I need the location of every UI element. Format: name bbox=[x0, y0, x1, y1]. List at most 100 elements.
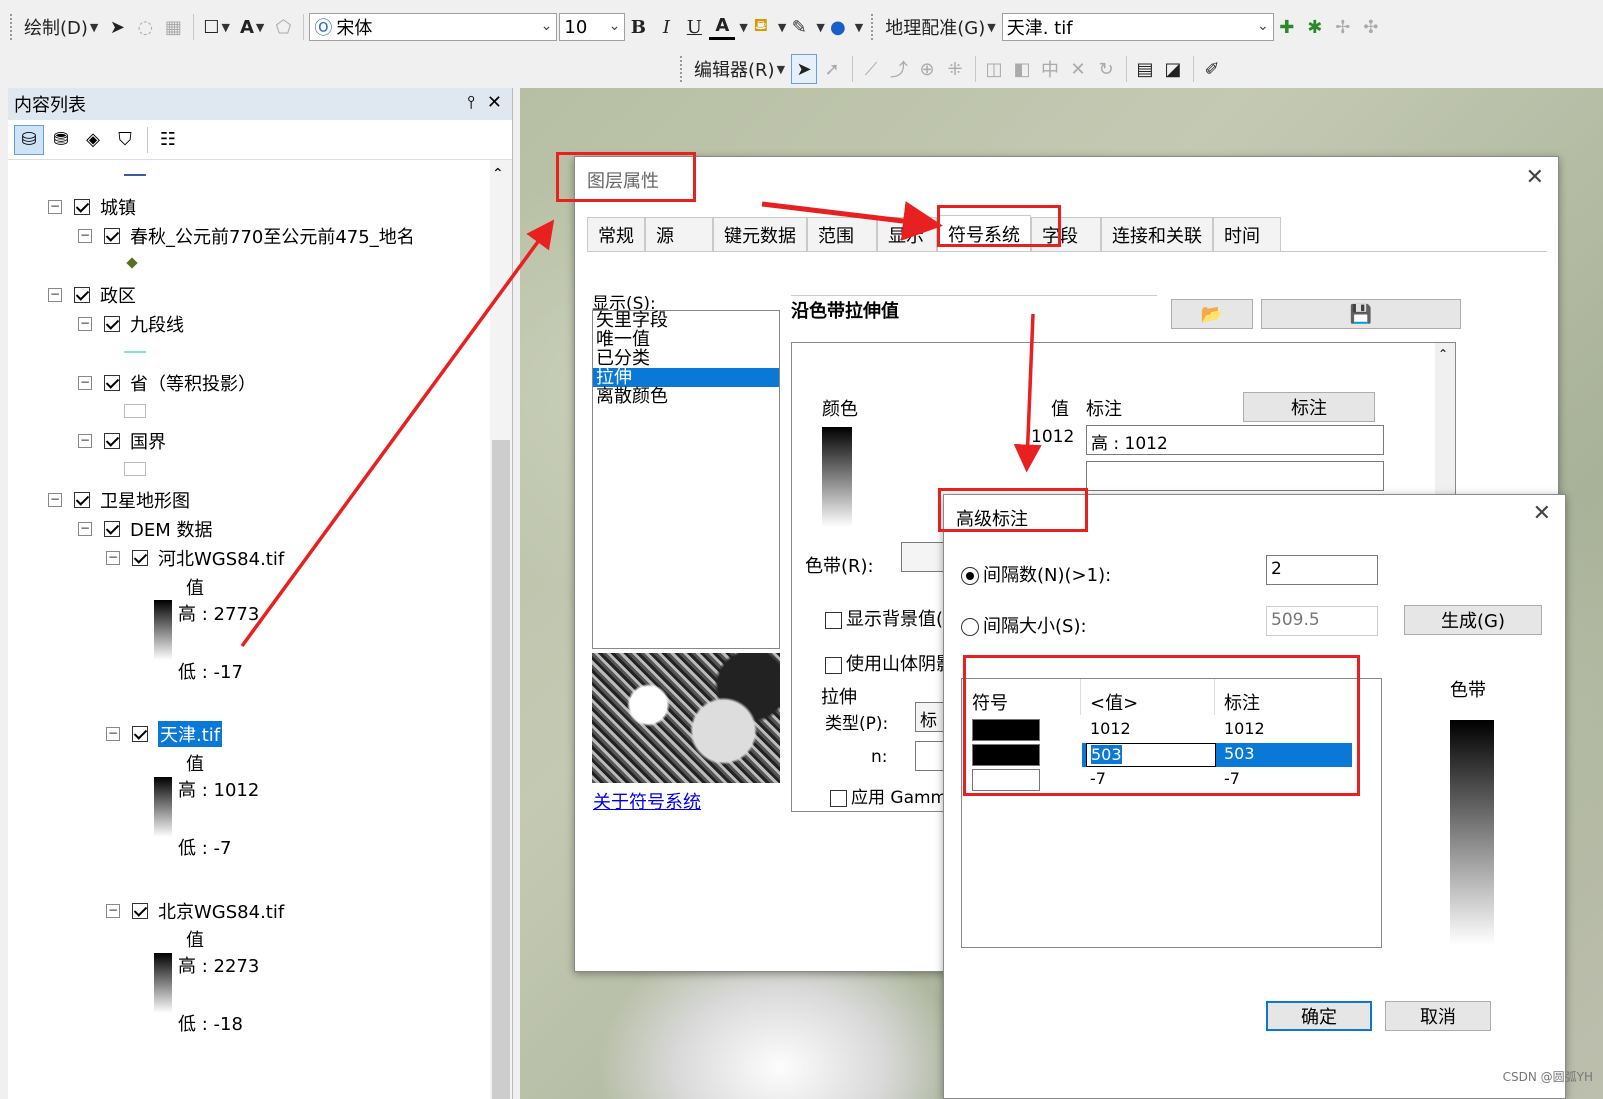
font-color-button[interactable]: A bbox=[709, 14, 736, 40]
layer-checkbox[interactable] bbox=[104, 433, 120, 449]
reshape-icon[interactable]: ◧ bbox=[1009, 54, 1035, 84]
sketch-properties-icon[interactable]: ◪ bbox=[1160, 54, 1186, 84]
scroll-thumb[interactable] bbox=[492, 440, 510, 1099]
label-button[interactable]: 标注 bbox=[1243, 392, 1375, 422]
list-by-visibility-icon[interactable]: ◈ bbox=[78, 125, 108, 155]
collapse-icon[interactable]: − bbox=[48, 493, 62, 507]
select-elements-icon[interactable]: ➤ bbox=[104, 12, 130, 42]
zoom-whole-page-icon[interactable]: ▦ bbox=[160, 12, 186, 42]
font-name-select[interactable]: Ⓞ 宋体 ⌄ bbox=[309, 13, 558, 41]
interval-size-radio[interactable]: 间隔大小(S): bbox=[961, 612, 1087, 638]
checkbox[interactable] bbox=[825, 611, 842, 629]
add-control-points-icon[interactable]: ✚ bbox=[1274, 12, 1300, 42]
georef-menu[interactable]: 地理配准(G) ▼ bbox=[881, 12, 999, 42]
scroll-up-icon[interactable]: ⌃ bbox=[1438, 347, 1448, 361]
layer-checkbox[interactable] bbox=[132, 903, 148, 919]
close-icon[interactable]: ✕ bbox=[487, 92, 502, 113]
straight-segment-icon[interactable]: ⟋ bbox=[858, 54, 884, 84]
layer-checkbox[interactable] bbox=[132, 726, 148, 742]
collapse-icon[interactable]: − bbox=[106, 551, 120, 565]
checkbox[interactable] bbox=[830, 789, 847, 807]
attributes-icon[interactable]: ▤ bbox=[1132, 54, 1158, 84]
line-color-icon[interactable]: ✎ bbox=[786, 12, 812, 42]
edit-annotation-icon[interactable]: ➚ bbox=[819, 54, 845, 84]
layer-checkbox[interactable] bbox=[74, 199, 90, 215]
layer-checkbox[interactable] bbox=[104, 316, 120, 332]
tab-extent[interactable]: 范围 bbox=[807, 217, 877, 251]
marker-color-icon[interactable]: ● bbox=[825, 12, 851, 42]
low-label-field[interactable] bbox=[1086, 461, 1384, 491]
edit-vertices-icon[interactable]: ◫ bbox=[981, 54, 1007, 84]
font-size-select[interactable]: 10 ⌄ bbox=[559, 13, 626, 41]
collapse-icon[interactable]: − bbox=[106, 904, 120, 918]
radio-button[interactable] bbox=[961, 618, 979, 636]
rectangle-icon[interactable]: ☐ ▼ bbox=[199, 12, 234, 42]
layer-checkbox[interactable] bbox=[104, 375, 120, 391]
save-button[interactable]: 💾 bbox=[1261, 299, 1461, 329]
dropdown-arrow-icon[interactable]: ▼ bbox=[816, 21, 824, 34]
cut-polygons-icon[interactable]: 中 bbox=[1037, 54, 1063, 84]
layer-checkbox[interactable] bbox=[74, 492, 90, 508]
toc-layer-dem-group[interactable]: − DEM 数据 bbox=[78, 516, 213, 542]
dropdown-arrow-icon[interactable]: ▼ bbox=[739, 21, 747, 34]
use-hillshade-checkbox[interactable]: 使用山体阴影 bbox=[825, 650, 954, 676]
georef-layer-select[interactable]: 天津. tif ⌄ bbox=[1001, 13, 1274, 41]
list-item-selected[interactable]: 拉伸 bbox=[593, 368, 779, 387]
bold-button[interactable]: B bbox=[625, 12, 651, 42]
apply-gamma-checkbox[interactable]: 应用 Gamma bbox=[830, 783, 958, 808]
toc-layer-spring-autumn[interactable]: − 春秋_公元前770至公元前475_地名 bbox=[78, 223, 415, 249]
scroll-up-icon[interactable]: ⌃ bbox=[492, 166, 504, 182]
layer-checkbox[interactable] bbox=[74, 287, 90, 303]
list-by-source-icon[interactable]: ⛃ bbox=[46, 125, 76, 155]
high-label-field[interactable]: 高 : 1012 bbox=[1086, 425, 1384, 455]
renderer-list[interactable]: 矢里字段 唯一值 已分类 拉伸 离散颜色 bbox=[592, 310, 780, 649]
radio-button[interactable] bbox=[961, 567, 979, 585]
show-background-checkbox[interactable]: 显示背景值( bbox=[825, 605, 943, 631]
tab-general[interactable]: 常规 bbox=[587, 217, 645, 251]
toc-layer-tianjin[interactable]: − 天津.tif bbox=[106, 721, 223, 747]
layer-checkbox[interactable] bbox=[132, 550, 148, 566]
editor-menu[interactable]: 编辑器(R) ▼ bbox=[690, 54, 789, 84]
pin-icon[interactable]: ⫯ bbox=[467, 92, 475, 113]
dropdown-arrow-icon[interactable]: ▼ bbox=[855, 21, 863, 34]
close-icon[interactable]: ✕ bbox=[1533, 501, 1551, 526]
toc-scrollbar[interactable]: ⌃ bbox=[490, 160, 512, 1099]
fill-color-icon[interactable]: ⛾ bbox=[748, 12, 774, 42]
toc-layer-nine-dash[interactable]: − 九段线 bbox=[78, 311, 184, 337]
layer-checkbox[interactable] bbox=[104, 228, 120, 244]
interval-count-field[interactable]: 2 bbox=[1266, 555, 1378, 585]
list-item[interactable]: 矢里字段 bbox=[593, 311, 779, 330]
layer-checkbox[interactable] bbox=[104, 521, 120, 537]
toc-layer-admin-group[interactable]: − 政区 bbox=[48, 282, 136, 308]
toolbar-grip[interactable] bbox=[680, 56, 684, 82]
toolbar-grip[interactable] bbox=[10, 14, 14, 40]
collapse-icon[interactable]: − bbox=[48, 200, 62, 214]
create-features-icon[interactable]: ✐ bbox=[1199, 54, 1225, 84]
toc-layer-town-group[interactable]: − 城镇 bbox=[48, 194, 136, 220]
ok-button[interactable]: 确定 bbox=[1266, 1001, 1372, 1031]
list-item[interactable]: 唯一值 bbox=[593, 330, 779, 349]
collapse-icon[interactable]: − bbox=[48, 288, 62, 302]
select-link-icon[interactable]: ✢ bbox=[1330, 12, 1356, 42]
trace-icon[interactable]: ⤴ bbox=[886, 54, 912, 84]
toc-layer-province[interactable]: − 省（等积投影） bbox=[78, 370, 256, 396]
zoom-to-link-icon[interactable]: ✣ bbox=[1358, 12, 1384, 42]
toolbar-grip[interactable] bbox=[871, 14, 875, 40]
toc-layer-hebei[interactable]: − 河北WGS84.tif bbox=[106, 545, 284, 571]
rotate-tool-icon[interactable]: ↻ bbox=[1093, 54, 1119, 84]
options-icon[interactable]: ☷ bbox=[153, 125, 183, 155]
split-tool-icon[interactable]: ✕ bbox=[1065, 54, 1091, 84]
generate-button[interactable]: 生成(G) bbox=[1404, 605, 1542, 635]
cancel-button[interactable]: 取消 bbox=[1385, 1001, 1491, 1031]
list-by-drawing-order-icon[interactable]: ⛁ bbox=[14, 124, 44, 155]
tab-display[interactable]: 显示 bbox=[877, 217, 937, 251]
list-item[interactable]: 离散颜色 bbox=[593, 387, 779, 406]
list-item[interactable]: 已分类 bbox=[593, 349, 779, 368]
collapse-icon[interactable]: − bbox=[78, 376, 92, 390]
dropdown-arrow-icon[interactable]: ▼ bbox=[778, 21, 786, 34]
list-by-selection-icon[interactable]: ⛉ bbox=[110, 125, 140, 155]
underline-button[interactable]: U bbox=[681, 12, 707, 42]
collapse-icon[interactable]: − bbox=[106, 727, 120, 741]
collapse-icon[interactable]: − bbox=[78, 317, 92, 331]
checkbox[interactable] bbox=[825, 656, 842, 674]
